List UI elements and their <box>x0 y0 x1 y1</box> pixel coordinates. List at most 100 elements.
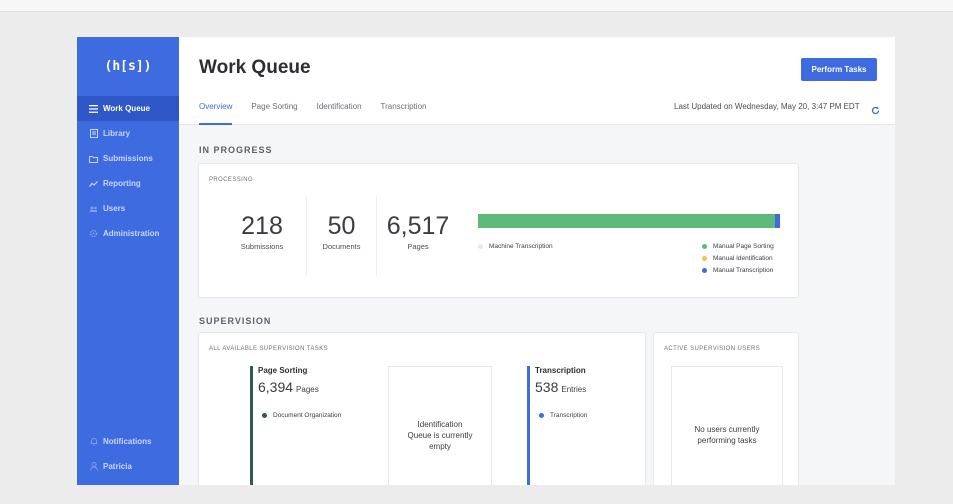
legend-label: Document Organization <box>273 412 342 419</box>
sidebar-item-reporting[interactable]: Reporting <box>77 171 179 196</box>
legend-manual-page-sorting: Manual Page Sorting <box>702 243 774 250</box>
legend-manual-identification: Manual Identification <box>702 255 773 262</box>
document-organization-legend: Document Organization <box>262 412 341 419</box>
bell-icon <box>89 437 98 446</box>
users-icon <box>89 204 98 213</box>
sidebar-item-label: Administration <box>103 229 160 238</box>
legend-label: Transcription <box>550 412 588 419</box>
page-sorting-title: Page Sorting <box>258 366 308 375</box>
legend-manual-transcription: Manual Transcription <box>702 267 773 274</box>
supervision-tasks-card: ALL AVAILABLE SUPERVISION TASKS Page Sor… <box>199 333 645 485</box>
supervision-section-title: SUPERVISION <box>199 316 272 326</box>
main-content: Work Queue Perform Tasks Overview Page S… <box>179 37 895 485</box>
transcription-legend: Transcription <box>539 412 587 419</box>
sidebar-item-label: Notifications <box>103 437 152 446</box>
user-icon <box>89 462 98 471</box>
sidebar-item-user-profile[interactable]: Patricia <box>77 454 179 479</box>
submissions-stat: 218 Submissions <box>227 212 297 252</box>
legend-label: Manual Transcription <box>713 267 774 274</box>
documents-count: 50 <box>327 212 356 240</box>
processing-progress-bar <box>478 214 780 228</box>
active-users-card-label: ACTIVE SUPERVISION USERS <box>664 346 761 352</box>
app-window: (h[s]) Work Queue Library Submissions Re… <box>77 37 895 485</box>
sidebar-item-library[interactable]: Library <box>77 121 179 146</box>
tab-overview[interactable]: Overview <box>199 101 233 125</box>
empty-message-line: No users currently <box>694 425 760 434</box>
app-logo[interactable]: (h[s]) <box>77 59 179 74</box>
sidebar-item-users[interactable]: Users <box>77 196 179 221</box>
tab-page-sorting[interactable]: Page Sorting <box>251 101 297 125</box>
supervision-tasks-card-label: ALL AVAILABLE SUPERVISION TASKS <box>209 346 329 352</box>
transcription-title: Transcription <box>535 366 586 375</box>
page-sorting-indicator <box>250 366 253 485</box>
sidebar-item-label: Library <box>103 129 131 138</box>
transcription-indicator <box>527 366 530 485</box>
folder-icon <box>89 154 98 163</box>
sidebar-item-submissions[interactable]: Submissions <box>77 146 179 171</box>
gear-icon <box>89 229 98 238</box>
pages-stat: 6,517 Pages <box>377 212 459 252</box>
sidebar-item-label: Submissions <box>103 154 153 163</box>
sidebar-item-notifications[interactable]: Notifications <box>77 429 179 454</box>
users-empty-message: No users currently performing tasks <box>672 424 782 446</box>
transcription-task[interactable]: Transcription 538 Entries Transcription <box>527 366 637 485</box>
legend-label: Machine Transcription <box>489 243 553 250</box>
transcription-count-unit: Entries <box>561 385 587 394</box>
tab-identification[interactable]: Identification <box>317 101 362 125</box>
page-header: Work Queue Perform Tasks Overview Page S… <box>179 37 895 125</box>
legend-label: Manual Page Sorting <box>713 243 774 250</box>
sidebar-bottom-nav: Notifications Patricia <box>77 429 179 479</box>
legend-dot <box>702 268 707 273</box>
page-sorting-count-value: 6,394 <box>258 379 294 395</box>
empty-message-line: empty <box>429 442 451 451</box>
sidebar-item-label: Reporting <box>103 179 141 188</box>
sidebar-item-administration[interactable]: Administration <box>77 221 179 246</box>
book-icon <box>89 129 98 138</box>
page-sorting-count: 6,394 Pages <box>258 379 319 395</box>
legend-machine-transcription: Machine Transcription <box>478 243 553 250</box>
legend-dot <box>478 244 483 249</box>
tab-transcription[interactable]: Transcription <box>381 101 427 125</box>
empty-message-line: Identification <box>417 420 463 429</box>
legend-dot <box>702 256 707 261</box>
sidebar-item-label: Users <box>103 204 126 213</box>
page-sorting-task[interactable]: Page Sorting 6,394 Pages Document Organiz… <box>250 366 380 485</box>
page-sorting-count-unit: Pages <box>296 385 319 394</box>
sidebar-nav: Work Queue Library Submissions Reporting <box>77 96 179 246</box>
empty-message-line: Queue is currently <box>407 431 473 440</box>
submissions-label: Submissions <box>240 242 284 251</box>
legend-label: Manual Identification <box>713 255 773 262</box>
pages-count: 6,517 <box>386 212 450 240</box>
legend-dot <box>262 413 267 418</box>
transcription-count-value: 538 <box>535 379 559 395</box>
empty-message-line: performing tasks <box>697 436 757 445</box>
active-supervision-users-card: ACTIVE SUPERVISION USERS No users curren… <box>654 333 798 485</box>
trend-icon <box>89 179 98 188</box>
browser-top-bar <box>0 0 953 12</box>
progress-fill-page-sorting <box>478 214 775 228</box>
tab-bar: Overview Page Sorting Identification Tra… <box>199 101 445 125</box>
documents-stat: 50 Documents <box>307 212 376 252</box>
identification-empty-message: Identification Queue is currently empty <box>389 419 491 452</box>
sidebar-item-label: Work Queue <box>103 104 150 113</box>
pages-label: Pages <box>407 242 429 251</box>
users-empty-box: No users currently performing tasks <box>671 366 783 485</box>
refresh-icon[interactable] <box>871 102 880 115</box>
submissions-count: 218 <box>241 212 283 240</box>
perform-tasks-button[interactable]: Perform Tasks <box>801 58 877 81</box>
hamburger-icon <box>89 104 98 113</box>
documents-label: Documents <box>322 242 361 251</box>
last-updated-text: Last Updated on Wednesday, May 20, 3:47 … <box>674 102 860 111</box>
processing-card: PROCESSING 218 Submissions 50 Documents … <box>199 164 798 297</box>
sidebar-item-work-queue[interactable]: Work Queue <box>77 96 179 121</box>
sidebar-item-label: Patricia <box>103 462 132 471</box>
in-progress-section-title: IN PROGRESS <box>199 145 273 155</box>
legend-dot <box>702 244 707 249</box>
identification-empty-box: Identification Queue is currently empty <box>388 366 492 485</box>
sidebar: (h[s]) Work Queue Library Submissions Re… <box>77 37 179 485</box>
processing-card-label: PROCESSING <box>209 177 254 183</box>
legend-dot <box>539 413 544 418</box>
progress-fill-transcription <box>775 214 780 228</box>
transcription-count: 538 Entries <box>535 379 586 395</box>
page-title: Work Queue <box>199 57 311 78</box>
